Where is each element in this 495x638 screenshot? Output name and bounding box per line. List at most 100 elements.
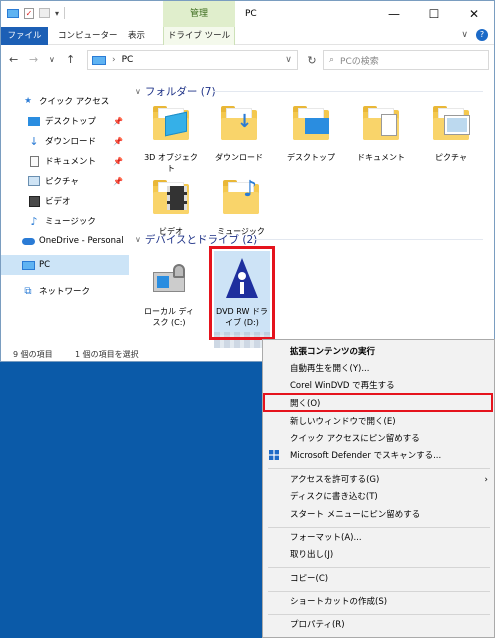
menu-item-copy[interactable]: コピー(C) bbox=[263, 571, 494, 588]
sidebar-item-label: ピクチャ bbox=[45, 177, 79, 187]
forward-arrow-icon[interactable]: → bbox=[29, 53, 38, 66]
network-icon: ⧉ bbox=[24, 285, 32, 297]
sidebar-item-documents[interactable]: ドキュメント 📌 bbox=[1, 151, 129, 171]
menu-item-open-autoplay[interactable]: 自動再生を開く(Y)... bbox=[263, 361, 494, 378]
drive-local-c[interactable]: ローカル ディスク (C:) bbox=[141, 258, 197, 328]
menu-item-eject[interactable]: 取り出し(J) bbox=[263, 547, 494, 564]
breadcrumb[interactable]: PC bbox=[122, 55, 134, 65]
menu-item-pin-quick-access[interactable]: クイック アクセスにピン留めする bbox=[263, 431, 494, 448]
menu-separator bbox=[268, 614, 490, 615]
sidebar-item-label: ミュージック bbox=[45, 217, 96, 227]
folder-pictures[interactable]: ピクチャ bbox=[421, 104, 481, 163]
desktop-icon bbox=[27, 114, 41, 128]
pc-small-icon bbox=[7, 8, 19, 18]
tab-view[interactable]: 表示 bbox=[121, 27, 152, 45]
explorer-window: ✓ ▾ 管理 PC — ☐ ✕ ファイル コンピューター 表示 ドライブ ツール… bbox=[0, 0, 495, 362]
new-folder-icon[interactable] bbox=[39, 8, 50, 18]
pin-icon: 📌 bbox=[113, 156, 123, 166]
sidebar-item-network[interactable]: ⧉ ネットワーク bbox=[1, 281, 129, 301]
video-icon bbox=[27, 194, 41, 208]
menu-item-give-access[interactable]: アクセスを許可する(G) bbox=[263, 472, 494, 489]
search-input[interactable]: ⌕ PCの検索 bbox=[323, 50, 489, 70]
divider bbox=[64, 7, 66, 19]
group-header-folders[interactable]: ∨ フォルダー (7) bbox=[135, 84, 216, 99]
status-selected-count: 1 個の項目を選択 bbox=[75, 350, 139, 359]
tab-drive-tools[interactable]: ドライブ ツール bbox=[163, 27, 235, 45]
help-icon[interactable]: ? bbox=[476, 29, 488, 41]
sidebar-item-desktop[interactable]: デスクトップ 📌 bbox=[1, 111, 129, 131]
sidebar-item-onedrive[interactable]: OneDrive - Personal bbox=[1, 231, 129, 251]
context-menu: 拡張コンテンツの実行 自動再生を開く(Y)... Corel WinDVD で再… bbox=[262, 339, 495, 638]
address-row: ← → ∨ ↑ › PC ∨ ↻ ⌕ PCの検索 bbox=[1, 47, 494, 73]
highlight-box-dvd bbox=[209, 246, 275, 340]
pc-icon bbox=[92, 55, 106, 65]
quick-access-toolbar: ✓ ▾ bbox=[7, 7, 66, 19]
sidebar-item-pc[interactable]: PC bbox=[1, 255, 129, 275]
sidebar-item-quick-access[interactable]: ★ クイック アクセス bbox=[1, 91, 129, 111]
videos-folder-icon bbox=[149, 178, 193, 222]
cloud-icon bbox=[21, 234, 35, 248]
address-dropdown-icon[interactable]: ∨ bbox=[279, 50, 298, 70]
tab-computer[interactable]: コンピューター bbox=[51, 27, 125, 45]
item-label: ローカル ディスク (C:) bbox=[144, 307, 194, 327]
recent-dropdown-icon[interactable]: ∨ bbox=[49, 55, 55, 64]
qat-dropdown-icon[interactable]: ▾ bbox=[55, 9, 59, 18]
folder-downloads[interactable]: ↓ ダウンロード bbox=[209, 104, 269, 163]
group-header-label: デバイスとドライブ (2) bbox=[144, 234, 258, 246]
menu-item-run-enhanced-content[interactable]: 拡張コンテンツの実行 bbox=[263, 344, 494, 361]
sidebar-item-downloads[interactable]: ↓ ダウンロード 📌 bbox=[1, 131, 129, 151]
refresh-icon[interactable]: ↻ bbox=[302, 50, 322, 70]
folder-documents[interactable]: ドキュメント bbox=[351, 104, 411, 163]
pc-icon bbox=[21, 258, 35, 272]
manage-tab[interactable]: 管理 bbox=[163, 1, 235, 27]
address-bar[interactable]: › PC bbox=[87, 50, 298, 70]
back-arrow-icon[interactable]: ← bbox=[9, 53, 18, 66]
menu-separator bbox=[268, 567, 490, 568]
folder-music[interactable]: ♪ ミュージック bbox=[211, 178, 271, 237]
menu-item-burn-to-disc[interactable]: ディスクに書き込む(T) bbox=[263, 489, 494, 506]
sidebar-item-pictures[interactable]: ピクチャ 📌 bbox=[1, 171, 129, 191]
close-button[interactable]: ✕ bbox=[454, 1, 494, 27]
folder-3d-objects[interactable]: 3D オブジェクト bbox=[141, 104, 201, 174]
minimize-button[interactable]: — bbox=[374, 1, 414, 27]
submenu-arrow-icon: › bbox=[484, 475, 488, 485]
tab-file[interactable]: ファイル bbox=[1, 27, 48, 45]
sidebar-item-label: クイック アクセス bbox=[39, 97, 110, 107]
pin-icon: 📌 bbox=[113, 176, 123, 186]
sidebar-item-label: デスクトップ bbox=[45, 117, 97, 127]
content-pane: ∨ フォルダー (7) 3D オブジェクト ↓ ダウンロード デスクトップ ドキ… bbox=[131, 76, 491, 346]
sidebar-item-label: ダウンロード bbox=[45, 137, 97, 147]
title-bar: ✓ ▾ 管理 PC — ☐ ✕ bbox=[1, 1, 494, 27]
picture-icon bbox=[27, 174, 41, 188]
group-header-label: フォルダー (7) bbox=[144, 86, 216, 98]
defender-shield-icon bbox=[269, 450, 279, 460]
music-folder-icon: ♪ bbox=[219, 178, 263, 222]
local-disk-icon bbox=[147, 258, 191, 302]
item-label: デスクトップ bbox=[287, 153, 335, 162]
document-icon bbox=[27, 154, 41, 168]
sidebar-item-music[interactable]: ♪ ミュージック bbox=[1, 211, 129, 231]
menu-separator bbox=[268, 527, 490, 528]
menu-separator bbox=[268, 468, 490, 469]
menu-item-open-new-window[interactable]: 新しいウィンドウで開く(E) bbox=[263, 414, 494, 431]
chevron-down-icon[interactable]: ∨ bbox=[461, 30, 468, 40]
breadcrumb-separator-icon: › bbox=[112, 55, 116, 65]
up-arrow-icon[interactable]: ↑ bbox=[66, 53, 75, 66]
sidebar-item-videos[interactable]: ビデオ bbox=[1, 191, 129, 211]
group-header-devices[interactable]: ∨ デバイスとドライブ (2) bbox=[135, 232, 257, 247]
ribbon-tabs: ファイル コンピューター 表示 ドライブ ツール ∨ ? bbox=[1, 27, 494, 45]
sidebar-item-label: ビデオ bbox=[45, 197, 71, 207]
properties-icon[interactable]: ✓ bbox=[24, 7, 34, 19]
chevron-down-icon[interactable]: ∨ bbox=[135, 235, 141, 244]
chevron-down-icon[interactable]: ∨ bbox=[135, 87, 141, 96]
menu-item-create-shortcut[interactable]: ショートカットの作成(S) bbox=[263, 594, 494, 611]
menu-item-pin-start[interactable]: スタート メニューにピン留めする bbox=[263, 507, 494, 524]
menu-item-format[interactable]: フォーマット(A)... bbox=[263, 530, 494, 547]
folder-desktop[interactable]: デスクトップ bbox=[281, 104, 341, 163]
maximize-button[interactable]: ☐ bbox=[414, 1, 454, 27]
star-icon: ★ bbox=[24, 96, 32, 106]
folder-videos[interactable]: ビデオ bbox=[141, 178, 201, 237]
item-label: ダウンロード bbox=[215, 153, 263, 162]
menu-item-properties[interactable]: プロパティ(R) bbox=[263, 617, 494, 634]
menu-item-defender-scan[interactable]: Microsoft Defender でスキャンする... bbox=[263, 448, 494, 465]
